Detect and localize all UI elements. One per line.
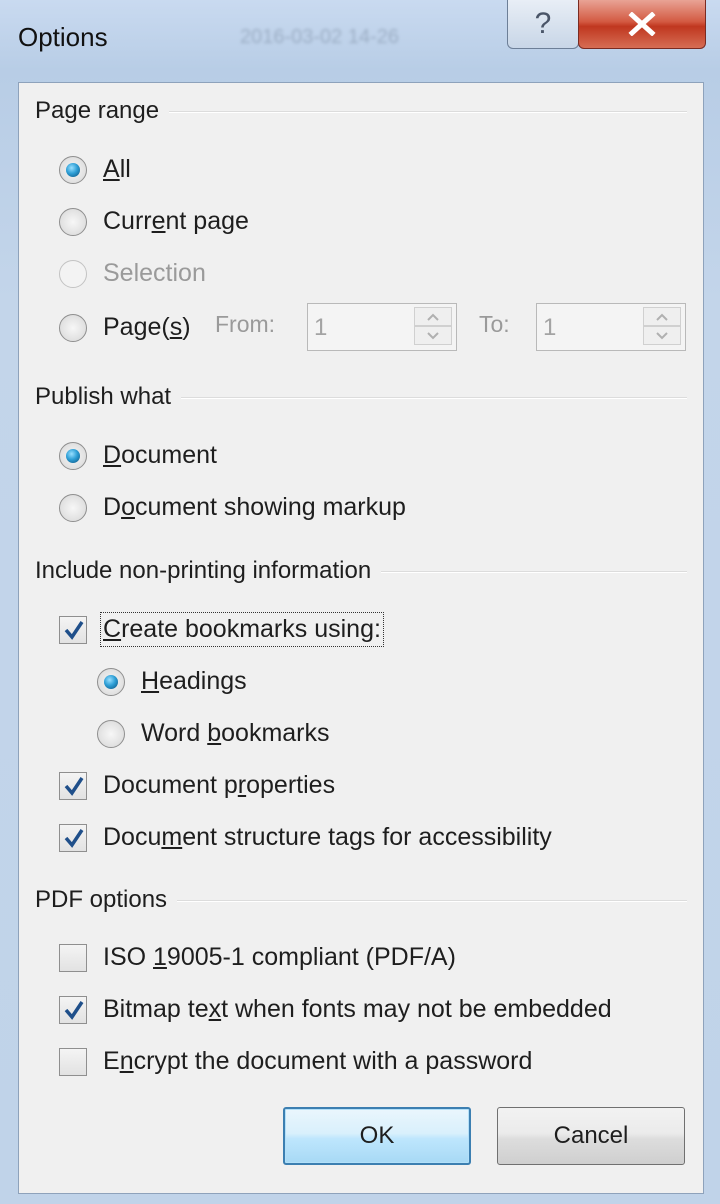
checkbox-document-properties-label: Document properties: [103, 771, 336, 799]
chevron-up-icon: [656, 313, 668, 321]
radio-button[interactable]: [59, 313, 87, 342]
checkbox-document-properties[interactable]: Document properties: [59, 771, 335, 800]
checkmark-icon: [64, 828, 84, 848]
radio-button[interactable]: [59, 207, 87, 236]
checkbox[interactable]: [59, 823, 87, 852]
radio-selection: Selection: [59, 259, 206, 288]
radio-all[interactable]: All: [59, 155, 131, 184]
from-down-button[interactable]: [414, 326, 452, 345]
checkbox-create-bookmarks-label: Create bookmarks using:: [100, 612, 384, 647]
to-label: To:: [479, 311, 510, 337]
radio-document-label: Document: [103, 441, 217, 469]
radio-selection-label: Selection: [103, 259, 206, 287]
checkbox-structure-tags-label: Document structure tags for accessibilit…: [103, 823, 552, 851]
to-spinner[interactable]: 1: [536, 303, 686, 351]
radio-button[interactable]: [59, 155, 87, 184]
radio-document-markup[interactable]: Document showing markup: [59, 493, 406, 522]
dialog-window: Options 2016-03-02 14-26 ? Page range Al…: [0, 0, 720, 1204]
radio-button[interactable]: [59, 441, 87, 470]
from-spinner[interactable]: 1: [307, 303, 457, 351]
checkbox-iso[interactable]: ISO 19005-1 compliant (PDF/A): [59, 943, 456, 972]
chevron-down-icon: [656, 331, 668, 339]
radio-button-disabled: [59, 259, 87, 288]
radio-headings-label: Headings: [141, 667, 247, 695]
close-button[interactable]: [578, 0, 706, 49]
help-button[interactable]: ?: [507, 0, 579, 49]
close-icon: [628, 12, 656, 36]
checkbox[interactable]: [59, 1047, 87, 1076]
group-label-publish-what: Publish what: [35, 383, 182, 411]
from-label: From:: [215, 311, 276, 337]
help-icon: ?: [534, 7, 552, 40]
radio-word-bookmarks[interactable]: Word bookmarks: [97, 719, 330, 748]
to-value[interactable]: 1: [543, 314, 556, 342]
radio-button[interactable]: [97, 667, 125, 696]
group-label-pdf-options: PDF options: [35, 886, 178, 914]
checkbox[interactable]: [59, 771, 87, 800]
radio-pages[interactable]: Page(s): [59, 313, 191, 342]
checkbox-encrypt[interactable]: Encrypt the document with a password: [59, 1047, 532, 1076]
radio-word-bookmarks-label: Word bookmarks: [141, 719, 330, 747]
radio-button[interactable]: [97, 719, 125, 748]
checkbox[interactable]: [59, 615, 87, 644]
checkbox[interactable]: [59, 943, 87, 972]
radio-headings[interactable]: Headings: [97, 667, 247, 696]
from-up-button[interactable]: [414, 307, 452, 326]
checkmark-icon: [64, 620, 84, 640]
group-label-page-range: Page range: [35, 97, 170, 125]
background-window-title: 2016-03-02 14-26: [240, 26, 400, 48]
radio-current-page[interactable]: Current page: [59, 207, 249, 236]
from-value[interactable]: 1: [314, 314, 327, 342]
dialog-body: Page range All Current page Selection Pa…: [18, 82, 704, 1194]
checkbox[interactable]: [59, 995, 87, 1024]
chevron-down-icon: [427, 331, 439, 339]
checkmark-icon: [64, 1000, 84, 1020]
chevron-up-icon: [427, 313, 439, 321]
dialog-title: Options: [18, 22, 108, 52]
checkbox-create-bookmarks[interactable]: Create bookmarks using:: [59, 612, 384, 647]
radio-document[interactable]: Document: [59, 441, 217, 470]
radio-pages-label: Page(s): [103, 313, 191, 341]
to-up-button[interactable]: [643, 307, 681, 326]
checkbox-bitmap-text-label: Bitmap text when fonts may not be embedd…: [103, 995, 612, 1023]
group-label-non-printing: Include non-printing information: [35, 557, 382, 585]
ok-button[interactable]: OK: [283, 1107, 471, 1165]
checkmark-icon: [64, 776, 84, 796]
radio-all-label: All: [103, 155, 131, 183]
radio-button[interactable]: [59, 493, 87, 522]
checkbox-iso-label: ISO 19005-1 compliant (PDF/A): [103, 943, 456, 971]
to-down-button[interactable]: [643, 326, 681, 345]
radio-document-markup-label: Document showing markup: [103, 493, 406, 521]
radio-current-page-label: Current page: [103, 207, 249, 235]
checkbox-bitmap-text[interactable]: Bitmap text when fonts may not be embedd…: [59, 995, 612, 1024]
checkbox-encrypt-label: Encrypt the document with a password: [103, 1047, 533, 1075]
checkbox-structure-tags[interactable]: Document structure tags for accessibilit…: [59, 823, 552, 852]
cancel-button[interactable]: Cancel: [497, 1107, 685, 1165]
